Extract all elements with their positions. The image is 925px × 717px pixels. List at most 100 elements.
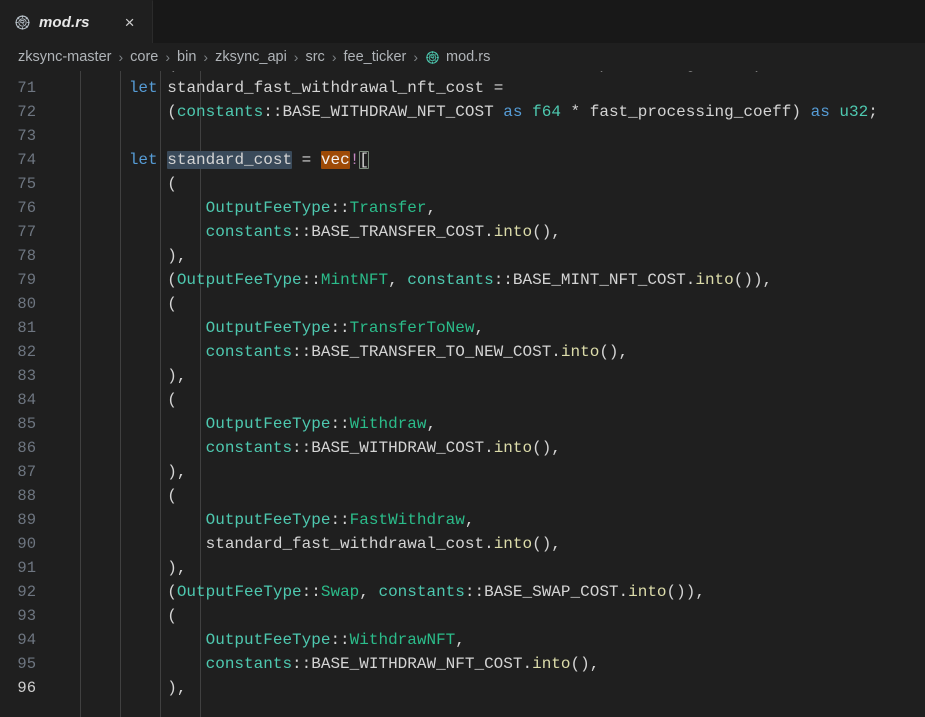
line-content: ), (52, 367, 925, 385)
breadcrumb-item-label: src (305, 49, 324, 65)
breadcrumb-item-core[interactable]: core (130, 49, 158, 65)
code-line[interactable]: 88 ( (0, 484, 925, 508)
code-line[interactable]: 84 ( (0, 388, 925, 412)
code-line[interactable]: 75 ( (0, 172, 925, 196)
token: BASE_MINT_NFT_COST (513, 271, 686, 289)
token: :: (465, 583, 484, 601)
token: Withdraw (350, 415, 427, 433)
code-line[interactable]: 93 ( (0, 604, 925, 628)
code-line[interactable]: 91 ), (0, 556, 925, 580)
token (52, 511, 206, 529)
breadcrumb-item-zksync-master[interactable]: zksync-master (18, 49, 111, 65)
code-line[interactable]: 83 ), (0, 364, 925, 388)
token: ), (167, 463, 186, 481)
token: BASE_TRANSFER_TO_NEW_COST (311, 343, 551, 361)
token (52, 463, 167, 481)
token: BASE_SWAP_COST (484, 583, 618, 601)
code-lines: 70 (constants::BASE_WITHDRAW_COST as f64… (0, 71, 925, 700)
token: OutputFeeType (206, 631, 331, 649)
token: standard_fast_withdrawal_cost (206, 535, 484, 553)
code-line[interactable]: 71 let standard_fast_withdrawal_nft_cost… (0, 76, 925, 100)
code-line[interactable]: 77 constants::BASE_TRANSFER_COST.into(), (0, 220, 925, 244)
token: TransferToNew (350, 319, 475, 337)
line-content: OutputFeeType::WithdrawNFT, (52, 631, 925, 649)
line-content: OutputFeeType::Transfer, (52, 199, 925, 217)
code-line[interactable]: 94 OutputFeeType::WithdrawNFT, (0, 628, 925, 652)
token (52, 223, 206, 241)
token: OutputFeeType (206, 199, 331, 217)
code-line[interactable]: 76 OutputFeeType::Transfer, (0, 196, 925, 220)
code-line[interactable]: 95 constants::BASE_WITHDRAW_NFT_COST.int… (0, 652, 925, 676)
code-line[interactable]: 78 ), (0, 244, 925, 268)
token: . (522, 655, 532, 673)
breadcrumb-item-src[interactable]: src (305, 49, 324, 65)
close-icon[interactable]: × (120, 12, 140, 32)
breadcrumb-item-zksync-api[interactable]: zksync_api (215, 49, 287, 65)
token: BASE_TRANSFER_COST (311, 223, 484, 241)
line-content: OutputFeeType::FastWithdraw, (52, 511, 925, 529)
token: * (561, 103, 590, 121)
line-content: ), (52, 463, 925, 481)
line-content: (OutputFeeType::MintNFT, constants::BASE… (52, 271, 925, 289)
breadcrumb-item-label: core (130, 49, 158, 65)
code-line[interactable]: 86 constants::BASE_WITHDRAW_COST.into(), (0, 436, 925, 460)
code-editor[interactable]: 70 (constants::BASE_WITHDRAW_COST as f64… (0, 71, 925, 717)
line-number: 96 (0, 679, 52, 697)
token: ( (167, 607, 177, 625)
rust-file-icon (14, 14, 31, 31)
code-line[interactable]: 80 ( (0, 292, 925, 316)
token: . (686, 271, 696, 289)
token: :: (292, 343, 311, 361)
token: fast_processing_coeff (551, 71, 753, 73)
token: ), (167, 367, 186, 385)
token: :: (330, 199, 349, 217)
token: as (811, 103, 830, 121)
line-number: 80 (0, 295, 52, 313)
token (455, 71, 465, 73)
line-number: 86 (0, 439, 52, 457)
token (158, 79, 168, 97)
line-number: 90 (0, 535, 52, 553)
line-number: 72 (0, 103, 52, 121)
code-line[interactable]: 72 (constants::BASE_WITHDRAW_NFT_COST as… (0, 100, 925, 124)
breadcrumb-item-fee-ticker[interactable]: fee_ticker (343, 49, 406, 65)
rust-file-icon (425, 50, 440, 65)
line-content: OutputFeeType::TransferToNew, (52, 319, 925, 337)
token-sel: standard_cost (167, 151, 292, 169)
line-number: 89 (0, 511, 52, 529)
token (52, 559, 167, 577)
code-line[interactable]: 85 OutputFeeType::Withdraw, (0, 412, 925, 436)
code-line[interactable]: 73 (0, 124, 925, 148)
token: , (474, 319, 484, 337)
breadcrumb-item-bin[interactable]: bin (177, 49, 196, 65)
token (52, 175, 167, 193)
code-line[interactable]: 87 ), (0, 460, 925, 484)
line-content: (OutputFeeType::Swap, constants::BASE_SW… (52, 583, 925, 601)
token: ), (167, 247, 186, 265)
tab-mod-rs[interactable]: mod.rs × (0, 0, 153, 43)
code-line[interactable]: 92 (OutputFeeType::Swap, constants::BASE… (0, 580, 925, 604)
breadcrumb-item-mod-rs[interactable]: mod.rs (425, 49, 490, 65)
code-line[interactable]: 89 OutputFeeType::FastWithdraw, (0, 508, 925, 532)
line-number: 83 (0, 367, 52, 385)
token: :: (302, 271, 321, 289)
token: into (532, 655, 570, 673)
code-line[interactable]: 96 ), (0, 676, 925, 700)
token: (), (571, 655, 600, 673)
token: ()), (667, 583, 705, 601)
code-line[interactable]: 74 let standard_cost = vec![ (0, 148, 925, 172)
token: constants (177, 103, 263, 121)
token: ( (167, 271, 177, 289)
code-line[interactable]: 90 standard_fast_withdrawal_cost.into(), (0, 532, 925, 556)
code-line[interactable]: 79 (OutputFeeType::MintNFT, constants::B… (0, 268, 925, 292)
token: standard_fast_withdrawal_nft_cost (167, 79, 484, 97)
code-line[interactable]: 82 constants::BASE_TRANSFER_TO_NEW_COST.… (0, 340, 925, 364)
token: f64 (532, 103, 561, 121)
token (52, 151, 129, 169)
token: into (494, 439, 532, 457)
token: OutputFeeType (206, 511, 331, 529)
code-line[interactable]: 81 OutputFeeType::TransferToNew, (0, 316, 925, 340)
breadcrumb-item-label: mod.rs (446, 49, 490, 65)
line-content: ( (52, 295, 925, 313)
token: into (494, 535, 532, 553)
